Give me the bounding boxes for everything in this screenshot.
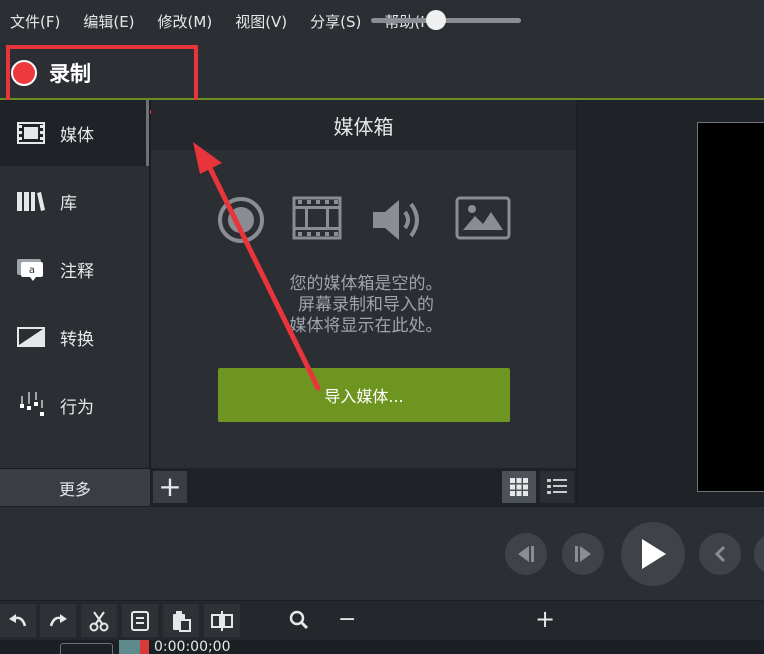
timeline-toolbar: − + [0,601,764,640]
list-icon [547,479,567,494]
grid-icon [510,478,528,496]
add-media-button[interactable]: + [153,471,187,503]
more-button[interactable]: 更多 [0,468,150,506]
paste-button[interactable] [163,604,199,637]
step-forward-icon [575,546,591,562]
sidebar-item-library[interactable]: 库 [0,168,148,234]
cut-button[interactable] [81,604,117,637]
step-forward-button[interactable] [562,533,604,575]
split-button[interactable] [204,604,240,637]
transition-icon [16,324,46,350]
zoom-search-icon [289,610,309,634]
empty-bin-line-3: 媒体将显示在此处。 [289,316,443,336]
sidebar-label-transitions: 转换 [60,329,94,350]
play-icon [642,539,666,569]
zoom-out-button[interactable]: − [338,609,356,631]
preview-panel [578,100,764,506]
zoom-in-button[interactable]: + [535,607,555,631]
preview-canvas[interactable] [697,122,764,492]
grid-view-button[interactable] [502,471,536,503]
sidebar-item-media[interactable]: 媒体 [0,100,148,166]
image-media-icon [455,196,511,244]
film-icon [16,120,46,146]
record-media-icon [217,196,265,248]
step-back-icon [518,546,534,562]
next-marker-button[interactable] [754,533,764,575]
playhead-marker[interactable] [140,640,149,654]
sidebar-item-behaviors[interactable]: 行为 [0,372,148,438]
zoom-slider-track[interactable] [371,18,521,23]
empty-bin-line-1: 您的媒体箱是空的。 [289,274,443,294]
media-bin-panel: 媒体箱 您的媒体箱是空的。 屏幕录制和导入的 媒体将显示在此处。 导入媒体...… [151,100,576,506]
menu-modify[interactable]: 修改(M) [158,11,213,32]
list-view-button[interactable] [540,471,574,503]
video-media-icon [292,196,342,244]
sidebar-label-media: 媒体 [60,125,94,146]
play-button[interactable] [621,522,685,586]
menu-view[interactable]: 视图(V) [235,11,287,32]
paste-icon [173,610,191,632]
chevron-left-icon [714,545,726,563]
zoom-slider-handle[interactable] [425,10,446,30]
menu-edit[interactable]: 编辑(E) [83,11,134,32]
redo-button[interactable] [40,604,76,637]
sidebar-item-annotations[interactable]: a 注释 [0,236,148,302]
library-icon [16,188,46,214]
copy-button[interactable] [122,604,158,637]
sidebar-item-transitions[interactable]: 转换 [0,304,148,370]
redo-icon [49,613,67,626]
sidebar-label-behaviors: 行为 [60,397,94,418]
behavior-icon [16,392,46,418]
audio-media-icon [371,196,427,248]
undo-button[interactable] [0,604,36,637]
empty-bin-message: 您的媒体箱是空的。 屏幕录制和导入的 媒体将显示在此处。 [261,274,471,337]
split-icon [211,610,233,631]
copy-icon [131,610,149,631]
timecode-display: 0:00:00;00 [154,639,231,654]
previous-marker-button[interactable] [699,533,741,575]
media-bin-footer: + [151,468,576,506]
menu-file[interactable]: 文件(F) [10,11,60,32]
sidebar-label-annotations: 注释 [60,261,94,282]
menu-share[interactable]: 分享(S) [310,11,361,32]
svg-text:a: a [29,265,35,276]
sidebar-label-library: 库 [60,193,77,214]
track-add-control[interactable] [60,643,113,654]
playback-bar [0,507,764,600]
media-type-icons [215,196,515,246]
undo-icon [9,613,27,626]
media-bin-title: 媒体箱 [151,100,576,150]
scissors-icon [89,610,109,631]
annotation-icon: a [16,256,46,282]
timeline-strip [0,640,764,654]
step-back-button[interactable] [505,533,547,575]
sidebar-scrollbar[interactable] [146,100,149,166]
sidebar: 媒体 库 a 注释 转换 行为 [0,100,150,506]
import-media-button[interactable]: 导入媒体... [218,368,510,422]
empty-bin-line-2: 屏幕录制和导入的 [298,295,434,315]
